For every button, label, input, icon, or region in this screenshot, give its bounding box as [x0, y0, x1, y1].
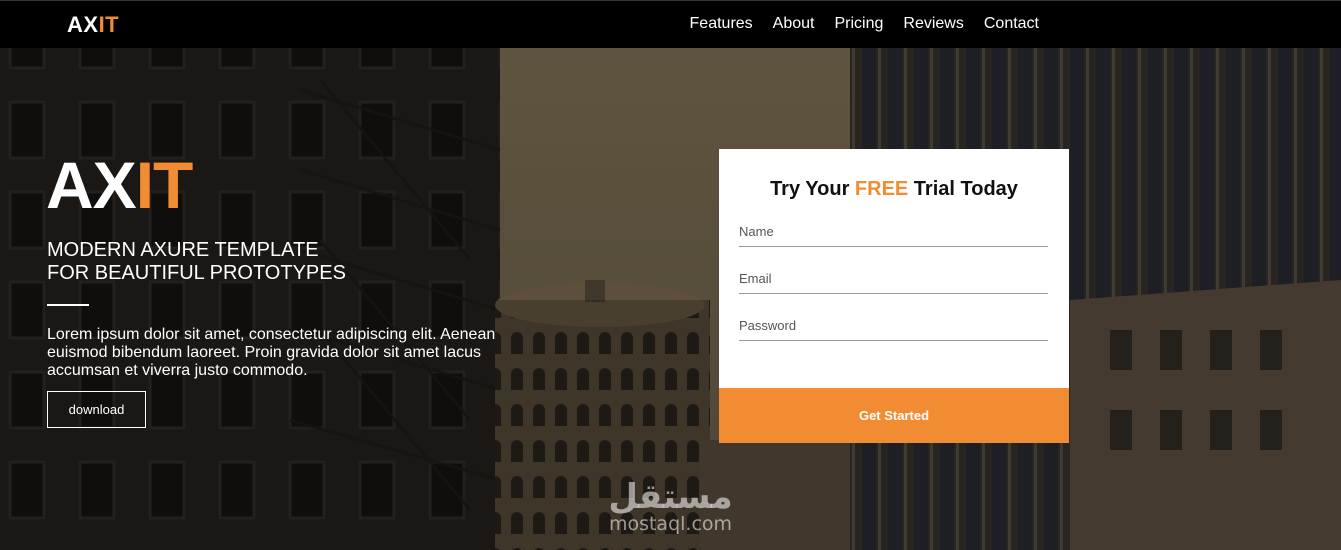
hero-logo-it: IT: [135, 148, 194, 222]
nav-link-about[interactable]: About: [773, 15, 815, 33]
email-field[interactable]: [739, 264, 1048, 294]
form-title: Try Your FREE Trial Today: [719, 178, 1069, 201]
nav-link-pricing[interactable]: Pricing: [834, 15, 883, 33]
mostaql-watermark: مستقل mostaql.com: [598, 480, 743, 534]
hero-tagline: MODERN AXURE TEMPLATE FOR BEAUTIFUL PROT…: [47, 239, 346, 285]
nav-link-reviews[interactable]: Reviews: [903, 15, 963, 33]
name-field[interactable]: [739, 217, 1048, 247]
nav-logo-ax: AX: [67, 12, 99, 37]
top-navbar: AXIT Features About Pricing Reviews Cont…: [0, 0, 1341, 48]
nav-links: Features About Pricing Reviews Contact: [690, 15, 1039, 33]
nav-logo-it: IT: [98, 12, 120, 37]
hero-divider: [47, 304, 89, 306]
hero-tagline-line1: MODERN AXURE TEMPLATE: [47, 239, 319, 261]
form-title-after: Trial Today: [908, 178, 1018, 200]
download-button[interactable]: download: [47, 391, 146, 428]
hero-tagline-line2: FOR BEAUTIFUL PROTOTYPES: [47, 262, 346, 284]
nav-logo[interactable]: AXIT: [67, 12, 119, 38]
get-started-button[interactable]: Get Started: [719, 388, 1069, 443]
form-title-free: FREE: [854, 178, 909, 200]
hero-logo-ax: AX: [46, 148, 137, 222]
hero-description: Lorem ipsum dolor sit amet, consectetur …: [47, 326, 496, 379]
nav-link-contact[interactable]: Contact: [984, 15, 1039, 33]
password-field[interactable]: [739, 311, 1048, 341]
trial-signup-form: Try Your FREE Trial Today Get Started: [719, 149, 1069, 443]
nav-link-features[interactable]: Features: [690, 15, 753, 33]
watermark-latin: mostaql.com: [608, 513, 733, 535]
hero-logo: AXIT: [46, 152, 193, 218]
watermark-arabic: مستقل: [608, 477, 733, 517]
form-title-before: Try Your: [770, 178, 855, 200]
